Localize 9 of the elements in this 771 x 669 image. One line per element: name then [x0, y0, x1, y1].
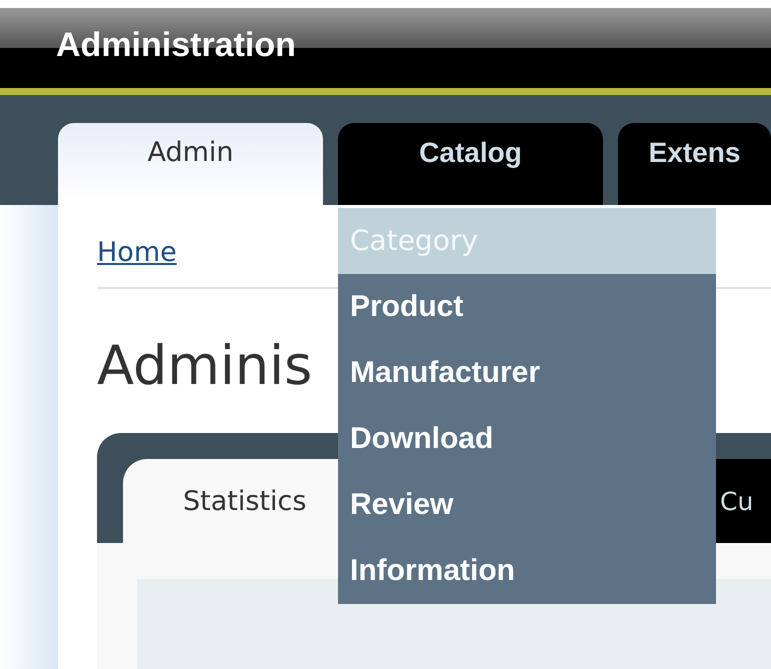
page-heading: Adminis — [97, 339, 314, 393]
menu-item[interactable]: Product — [338, 274, 716, 340]
breadcrumb-link[interactable]: Home — [97, 237, 177, 268]
app-title: Administration — [56, 28, 296, 62]
nav-tab[interactable]: Admin — [58, 123, 323, 205]
menu-item[interactable]: Manufacturer — [338, 340, 716, 406]
nav-tab[interactable]: Catalog — [338, 123, 603, 205]
nav-tab[interactable]: Extens — [618, 123, 771, 205]
panel-tab[interactable]: Cu — [716, 459, 771, 543]
